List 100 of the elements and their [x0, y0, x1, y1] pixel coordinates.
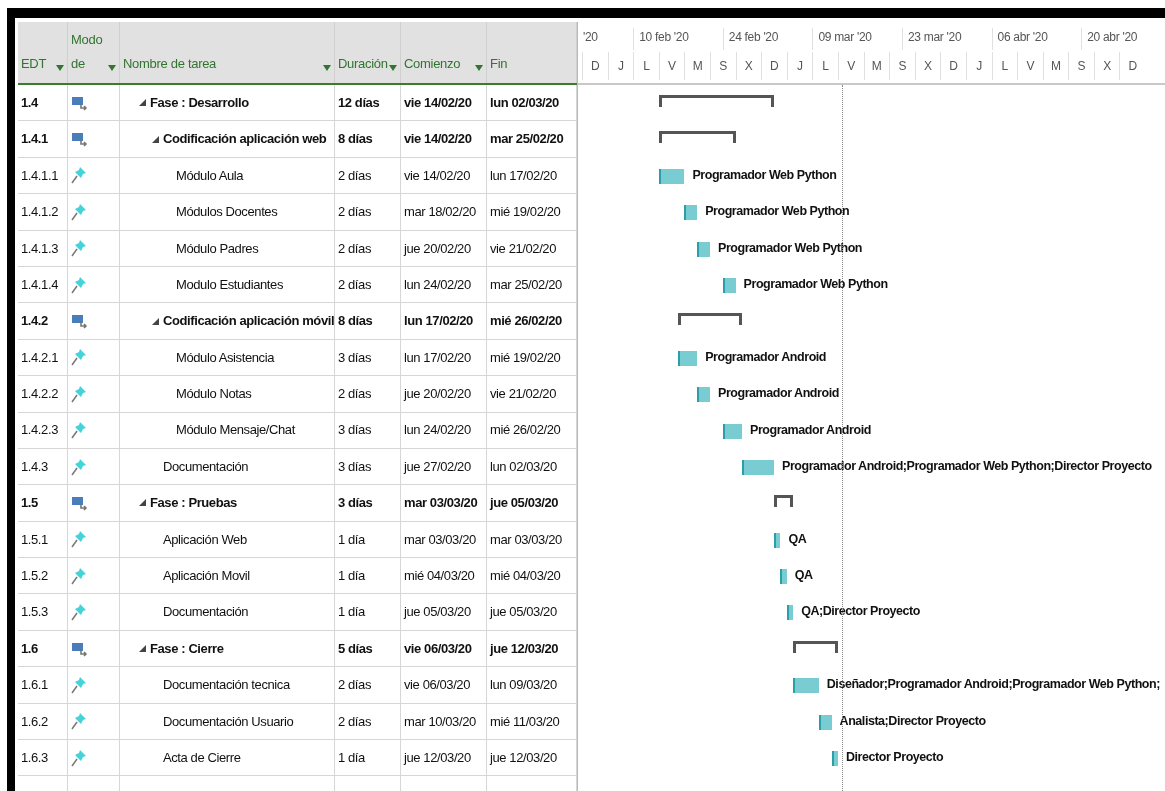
day-label: D — [940, 52, 966, 80]
task-name: Codificación aplicación móvil — [163, 312, 335, 331]
task-name: Fase : Cierre — [150, 639, 224, 658]
start-header: Comienzo — [404, 55, 462, 74]
wbs-cell: 1.5 — [18, 485, 68, 522]
collapse-triangle-icon[interactable] — [139, 645, 146, 653]
start-date-cell: lun 24/02/20 — [401, 266, 487, 304]
pushpin-icon — [71, 421, 87, 440]
task-name: Módulo Aula — [176, 166, 244, 185]
finish-date-cell: lun 02/03/20 — [487, 448, 577, 486]
pushpin-icon — [71, 348, 87, 367]
wbs-cell: 1.5.1 — [18, 521, 68, 559]
resource-label: Programador Android;Programador Web Python;Director Proyecto — [782, 457, 1152, 475]
task-bar — [658, 168, 685, 184]
start-date-cell: jue 05/03/20 — [401, 594, 487, 631]
day-label: V — [658, 52, 685, 80]
resource-label: QA;Director Proyecto — [801, 603, 920, 621]
task-name: Fase : Pruebas — [150, 494, 237, 513]
wbs-cell: 1.5.2 — [18, 558, 68, 595]
pushpin-icon — [71, 675, 87, 694]
duration-cell: 2 días — [335, 376, 401, 413]
finish-date-cell: mié 19/02/20 — [487, 194, 577, 231]
task-bar — [722, 277, 736, 293]
day-label: D — [1119, 52, 1146, 80]
task-bar — [793, 678, 819, 694]
task-name: Documentación tecnica — [163, 676, 290, 695]
start-date-cell: vie 06/03/20 — [401, 667, 487, 704]
resource-label: Programador Android — [750, 421, 871, 439]
wbs-cell: 1.4.2.3 — [18, 412, 68, 449]
collapse-triangle-icon[interactable] — [152, 135, 159, 143]
finish-date-cell: mar 25/02/20 — [487, 266, 577, 304]
finish-date-cell: lun 09/03/20 — [487, 667, 577, 704]
start-date-cell: jue 27/02/20 — [401, 448, 487, 486]
task-name: Módulos Docentes — [176, 203, 278, 222]
finish-date-cell: mié 26/02/20 — [487, 412, 577, 449]
start-date-cell: lun 17/02/20 — [401, 339, 487, 377]
dropdown-arrow-icon[interactable] — [108, 65, 116, 71]
day-label: L — [991, 52, 1018, 80]
duration-cell: 12 días — [335, 85, 401, 122]
pushpin-icon — [71, 166, 87, 185]
wbs-cell: 1.6.1 — [18, 667, 68, 704]
pushpin-icon — [71, 275, 87, 294]
duration-cell: 2 días — [335, 194, 401, 231]
duration-cell: 2 días — [335, 667, 401, 704]
start-date-cell: mar 18/02/20 — [401, 194, 487, 231]
finish-date-cell: vie 21/02/20 — [487, 376, 577, 413]
duration-cell: 3 días — [335, 412, 401, 449]
start-date-cell: lun 24/02/20 — [401, 412, 487, 449]
start-date-cell: jue 12/03/20 — [401, 740, 487, 777]
finish-date-cell: mié 04/03/20 — [487, 558, 577, 595]
day-label: J — [607, 52, 634, 80]
dropdown-arrow-icon[interactable] — [56, 65, 64, 71]
task-bar — [697, 387, 710, 403]
collapse-triangle-icon[interactable] — [139, 99, 146, 107]
wbs-cell: 1.4.1 — [18, 121, 68, 158]
start-date-cell: vie 14/02/20 — [401, 157, 487, 195]
day-label: M — [863, 52, 890, 80]
wbs-cell: 1.4.1.4 — [18, 266, 68, 304]
timescale-label: 23 mar '20 — [901, 28, 992, 50]
day-label: L — [633, 52, 659, 80]
resource-label: Diseñador;Programador Android;Programador Web Python; — [826, 676, 1160, 694]
wbs-cell: 1.4 — [18, 85, 68, 122]
finish-date-cell: jue 05/03/20 — [487, 594, 577, 631]
finish-date-cell: mar 03/03/20 — [487, 521, 577, 559]
task-bar — [722, 423, 742, 439]
resource-label: Programador Android — [705, 348, 827, 366]
task-bar — [697, 241, 710, 257]
finish-date-cell: jue 12/03/20 — [487, 740, 577, 777]
dropdown-arrow-icon[interactable] — [475, 65, 483, 71]
task-bar — [831, 751, 838, 767]
day-label: M — [1042, 52, 1069, 80]
task-name: Documentación — [163, 603, 249, 622]
duration-cell: 2 días — [335, 157, 401, 195]
task-bar — [742, 459, 774, 475]
collapse-triangle-icon[interactable] — [139, 499, 146, 507]
task-name: Módulo Padres — [176, 239, 259, 258]
pushpin-icon — [71, 748, 87, 767]
pushpin-icon — [71, 384, 87, 403]
task-name: Módulo Mensaje/Chat — [176, 421, 295, 440]
collapse-triangle-icon[interactable] — [152, 317, 159, 325]
mode-header: Modo de — [71, 30, 104, 74]
day-label: S — [1068, 52, 1094, 80]
finish-date-cell: mar 25/02/20 — [487, 121, 577, 158]
start-date-cell: mar 10/03/20 — [401, 703, 487, 741]
dropdown-arrow-icon[interactable] — [323, 65, 331, 71]
start-date-cell: jue 20/02/20 — [401, 376, 487, 413]
schedule-mode-icon — [71, 495, 89, 511]
resource-label: Programador Web Python — [692, 166, 837, 184]
task-name: Modulo Estudiantes — [176, 275, 283, 294]
task-bar — [818, 714, 832, 730]
resource-label: Programador Web Python — [718, 239, 863, 257]
day-label: D — [582, 52, 608, 80]
dropdown-arrow-icon[interactable] — [389, 65, 397, 71]
schedule-mode-icon — [71, 131, 89, 148]
task-bar — [780, 569, 787, 585]
finish-date-cell: jue 05/03/20 — [487, 485, 577, 522]
duration-cell: 1 día — [335, 740, 401, 777]
day-label: M — [684, 52, 710, 80]
timescale-label: '20 — [582, 29, 599, 46]
finish-date-cell: mié 11/03/20 — [487, 703, 577, 741]
